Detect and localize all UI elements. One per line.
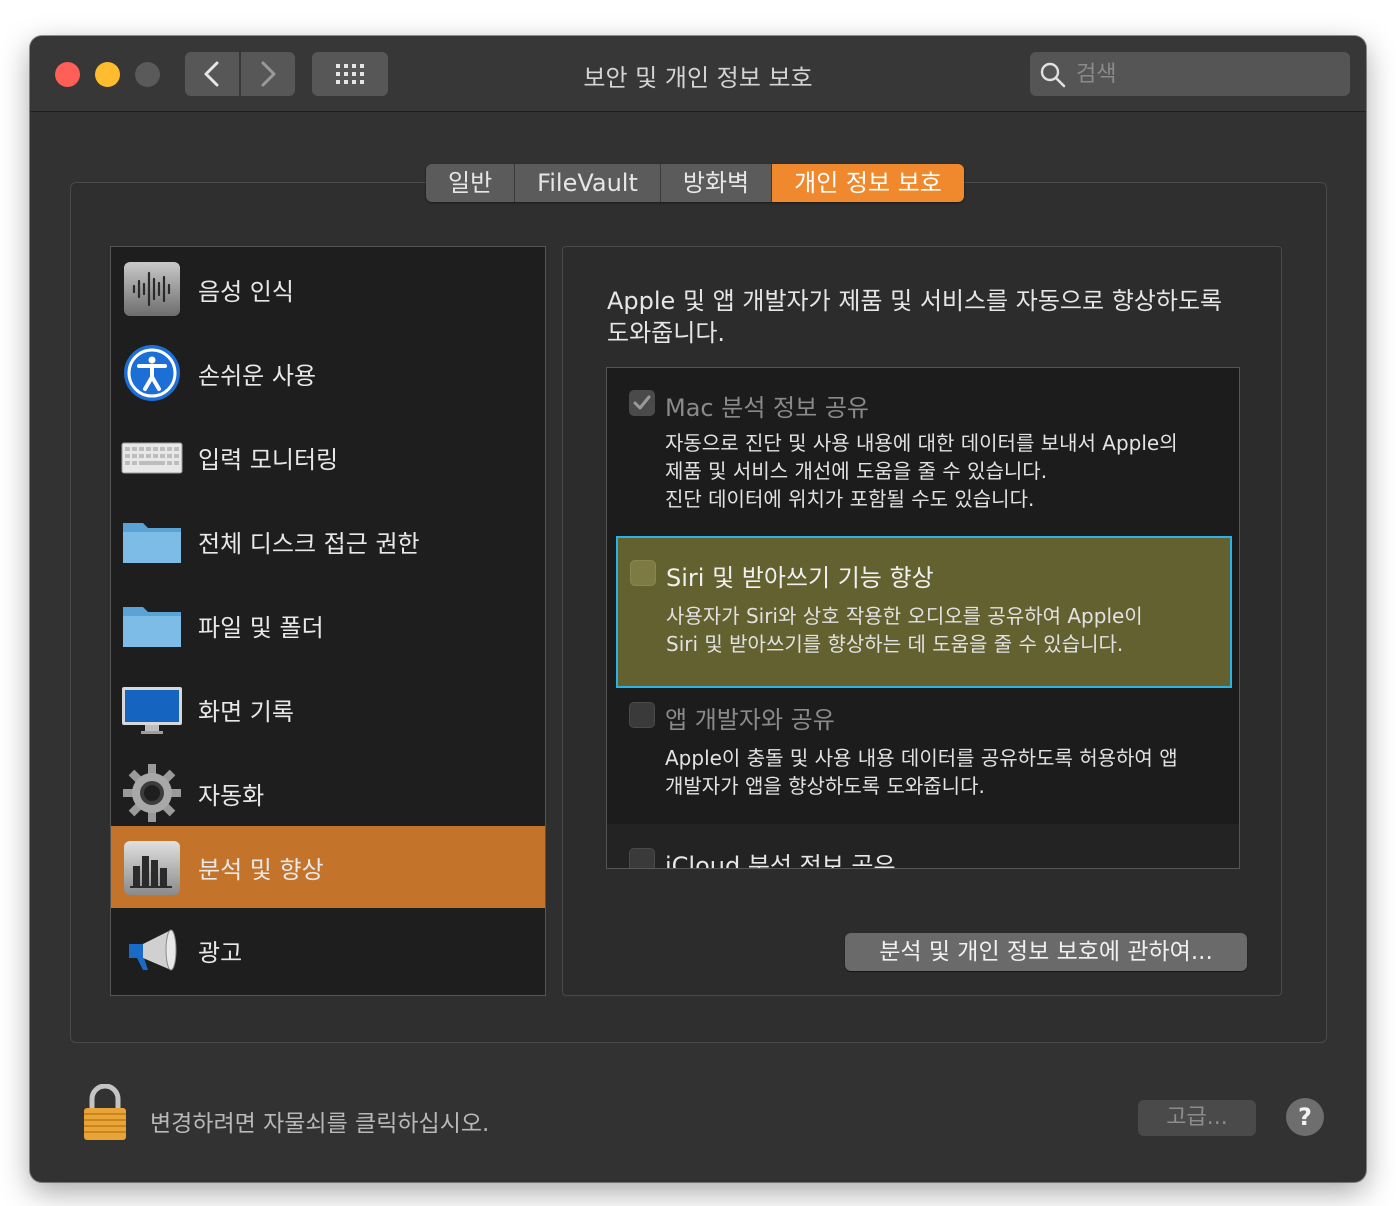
bar-chart-icon [124,841,180,895]
sidebar-item-label: 손쉬운 사용 [198,361,317,390]
option-description: 자동으로 진단 및 사용 내용에 대한 데이터를 보내서 Apple의 제품 및… [665,431,1178,511]
tab-firewall[interactable]: 방화벽 [660,164,773,202]
sidebar-item-advertising[interactable]: 광고 [111,908,545,992]
sidebar-item-label: 파일 및 폴더 [198,613,324,642]
keyboard-icon [121,442,183,474]
folder-icon [123,607,181,647]
search-field[interactable] [1030,52,1350,96]
intro-text: Apple 및 앱 개발자가 제품 및 서비스를 자동으로 향상하도록 도와줍니… [607,287,1223,347]
sidebar-item-label: 분석 및 향상 [198,855,324,884]
tab-bar: 일반 FileVault 방화벽 개인 정보 보호 [426,164,964,202]
sidebar-item-files-and-folders[interactable]: 파일 및 폴더 [111,583,545,667]
siri-dictation-checkbox[interactable] [630,560,656,586]
option-title: Siri 및 받아쓰기 기능 향상 [666,564,934,592]
tab-general[interactable]: 일반 [426,164,516,202]
sidebar-item-speech-recognition[interactable]: 음성 인식 [111,247,545,331]
sidebar-item-label: 입력 모니터링 [198,445,339,474]
option-mac-analytics: Mac 분석 정보 공유 자동으로 진단 및 사용 내용에 대한 데이터를 보내… [607,368,1239,534]
option-siri-dictation: Siri 및 받아쓰기 기능 향상 사용자가 Siri와 상호 작용한 오디오를… [616,536,1232,688]
title-bar: 보안 및 개인 정보 보호 [30,36,1366,112]
sidebar-item-label: 전체 디스크 접근 권한 [198,529,420,558]
option-description: 사용자가 Siri와 상호 작용한 오디오를 공유하여 Apple이 Siri … [666,604,1143,656]
privacy-category-list[interactable]: 음성 인식 손쉬운 사용 입력 모니터링 전체 디스크 접근 권한 파일 및 폴… [110,246,546,996]
option-description: Apple이 충돌 및 사용 내용 데이터를 공유하도록 허용하여 앱 개발자가… [665,746,1178,798]
megaphone-icon [129,929,177,971]
sidebar-item-analytics[interactable]: 분석 및 향상 [111,826,545,908]
display-icon [122,687,182,734]
gear-icon [123,764,181,822]
options-list[interactable]: Mac 분석 정보 공유 자동으로 진단 및 사용 내용에 대한 데이터를 보내… [606,367,1240,869]
option-title: 앱 개발자와 공유 [665,706,835,734]
sidebar-item-label: 자동화 [198,781,265,810]
search-icon [1040,62,1066,88]
mac-analytics-checkbox[interactable] [629,390,655,416]
checkmark-icon [633,395,651,410]
sidebar-item-automation[interactable]: 자동화 [111,751,545,835]
tab-filevault[interactable]: FileVault [515,164,661,202]
privacy-detail-panel: Apple 및 앱 개발자가 제품 및 서비스를 자동으로 향상하도록 도와줍니… [562,246,1282,996]
sidebar-item-label: 광고 [198,938,243,967]
app-developers-checkbox[interactable] [629,702,655,728]
help-button[interactable]: ? [1286,1098,1324,1136]
speech-recognition-icon [124,262,180,316]
option-app-developers: 앱 개발자와 공유 Apple이 충돌 및 사용 내용 데이터를 공유하도록 허… [607,690,1239,824]
about-analytics-button[interactable]: 분석 및 개인 정보 보호에 관하여... [845,933,1247,971]
icloud-analytics-checkbox[interactable] [629,848,655,868]
option-title: iCloud 분석 정보 공유 [665,852,896,869]
sidebar-item-accessibility[interactable]: 손쉬운 사용 [111,331,545,415]
sidebar-item-full-disk-access[interactable]: 전체 디스크 접근 권한 [111,499,545,583]
advanced-button[interactable]: 고급... [1138,1100,1256,1136]
search-input[interactable] [1074,58,1338,90]
accessibility-icon [124,345,180,401]
tab-privacy[interactable]: 개인 정보 보호 [772,164,964,202]
lock-instruction: 변경하려면 자물쇠를 클릭하십시오. [150,1111,490,1137]
option-title: Mac 분석 정보 공유 [665,394,869,422]
sidebar-item-input-monitoring[interactable]: 입력 모니터링 [111,415,545,499]
sidebar-item-screen-recording[interactable]: 화면 기록 [111,667,545,751]
sidebar-item-label: 화면 기록 [198,697,294,726]
option-icloud-analytics: iCloud 분석 정보 공유 [607,824,1239,869]
folder-icon [123,523,181,563]
lock-icon[interactable] [80,1084,130,1142]
preferences-window: 보안 및 개인 정보 보호 일반 FileVault 방화벽 개인 정보 보호 [30,36,1366,1182]
sidebar-item-label: 음성 인식 [198,277,294,306]
